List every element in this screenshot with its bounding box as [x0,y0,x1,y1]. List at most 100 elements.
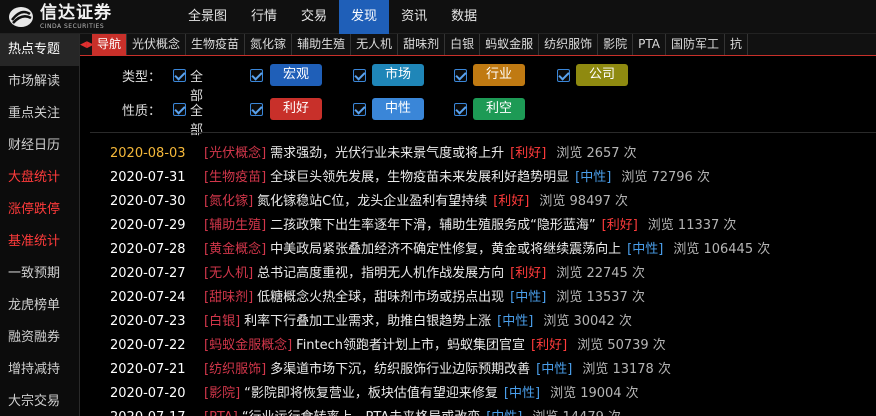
news-title[interactable]: 总书记高度重视，指明无人机作战发展方向 [257,262,504,286]
news-title[interactable]: 全球巨头领先发展，生物疫苗未来发展利好趋势明显 [270,166,569,190]
news-row[interactable]: 2020-07-28 [黄金概念] 中美政局紧张叠加经济不确定性修复，黄金或将继续震… [110,238,876,262]
nature-all-checkbox[interactable] [173,103,186,116]
nature-pill-2[interactable]: 利空 [473,98,525,120]
topnav-item-5[interactable]: 数据 [439,0,489,34]
type-pill-1[interactable]: 市场 [372,64,424,86]
news-title[interactable]: 需求强劲，光伏行业未来景气度或将上升 [270,142,504,166]
topnav-item-0[interactable]: 全景图 [176,0,239,34]
tab-6[interactable]: 甜味剂 [398,34,446,55]
tab-11[interactable]: PTA [633,34,667,55]
news-title[interactable]: 利率下行叠加工业需求，助推白银趋势上涨 [244,310,491,334]
news-tag: [蚂蚁金服概念] [204,338,293,353]
news-title[interactable]: 中美政局紧张叠加经济不确定性修复，黄金或将继续震荡向上 [270,238,621,262]
news-tag: [辅助生殖] [204,218,267,233]
news-row[interactable]: 2020-08-03 [光伏概念] 需求强劲，光伏行业未来景气度或将上升 [利好] 浏览… [110,142,876,166]
news-row[interactable]: 2020-07-17[PTA] “行业运行食转率上，PTA未来格局或改变 [中性] 浏… [110,406,876,416]
news-tag: [生物疫苗] [204,170,267,185]
news-row[interactable]: 2020-07-29 [辅助生殖] 二孩政策下出生率逐年下滑，辅助生殖服务成“隐形蓝… [110,214,876,238]
tab-5[interactable]: 无人机 [351,34,399,55]
type-checkbox-2[interactable] [454,69,467,82]
news-title[interactable]: 氮化镓稳站C位，龙头企业盈利有望持续 [257,190,487,214]
news-sentiment: [中性] [575,170,612,185]
news-date: 2020-07-29 [110,218,186,233]
news-tag: [影院] [204,386,241,401]
tab-0[interactable]: 导航 [92,34,128,55]
nature-checkbox-0[interactable] [250,103,263,116]
news-views: 浏览 13178 次 [582,362,671,377]
news-views: 浏览 106445 次 [673,242,771,257]
tab-8[interactable]: 蚂蚁金服 [480,34,540,55]
sidebar-item-8[interactable]: 龙虎榜单 [0,290,79,322]
type-all-label: 全部 [190,70,204,104]
tab-2[interactable]: 生物疫苗 [186,34,246,55]
sidebar-item-2[interactable]: 重点关注 [0,98,79,130]
news-row[interactable]: 2020-07-31 [生物疫苗] 全球巨头领先发展，生物疫苗未来发展利好趋势明显 [… [110,166,876,190]
news-date: 2020-07-28 [110,242,186,257]
tab-7[interactable]: 白银 [445,34,481,55]
news-tag: [PTA] [204,406,238,416]
news-title[interactable]: Fintech领跑者计划上市，蚂蚁集团官宣 [296,334,525,358]
sidebar-item-7[interactable]: 一致预期 [0,258,79,290]
tab-scroll-arrows-icon[interactable]: ◀▶ [80,34,94,55]
news-row[interactable]: 2020-07-20 [影院] “影院即将恢复营业，板块估值有望迎来修复 [中性] 浏览… [110,382,876,406]
news-row[interactable]: 2020-07-21 [纺织服饰] 多渠道市场下沉，纺织服饰行业边际预期改善 [中性]… [110,358,876,382]
type-pill-2[interactable]: 行业 [473,64,525,86]
sidebar-item-5[interactable]: 涨停跌停 [0,194,79,226]
news-title[interactable]: 多渠道市场下沉，纺织服饰行业边际预期改善 [270,358,530,382]
nature-checkbox-1[interactable] [353,103,366,116]
news-row[interactable]: 2020-07-23 [白银] 利率下行叠加工业需求，助推白银趋势上涨 [中性] 浏览 … [110,310,876,334]
filter-panel: 类型： 全部 宏观 市场 行业 公司 性质： 全部 利好 中性 利空 [80,56,876,138]
nature-pill-0[interactable]: 利好 [270,98,322,120]
sidebar-item-1[interactable]: 市场解读 [0,66,79,98]
nature-pill-1[interactable]: 中性 [372,98,424,120]
sidebar-item-11[interactable]: 大宗交易 [0,386,79,416]
type-checkbox-0[interactable] [250,69,263,82]
news-date: 2020-07-22 [110,338,186,353]
sidebar-item-3[interactable]: 财经日历 [0,130,79,162]
news-views: 浏览 19004 次 [550,386,639,401]
sidebar-item-0[interactable]: 热点专题 [0,34,79,66]
news-sentiment: [利好] [493,194,530,209]
news-date: 2020-07-24 [110,290,186,305]
news-row[interactable]: 2020-07-30 [氮化镓] 氮化镓稳站C位，龙头企业盈利有望持续 [利好] 浏览 … [110,190,876,214]
tab-4[interactable]: 辅助生殖 [292,34,352,55]
news-views: 浏览 30042 次 [543,314,632,329]
app-logo: 信达证券 CINDA SECURITIES [8,4,158,30]
cinda-logo-icon [9,7,33,27]
tab-9[interactable]: 纺织服饰 [539,34,599,55]
topnav-item-1[interactable]: 行情 [239,0,289,34]
news-sentiment: [利好] [531,338,568,353]
news-views: 浏览 50739 次 [577,338,666,353]
sidebar-item-9[interactable]: 融资融券 [0,322,79,354]
topnav-item-2[interactable]: 交易 [289,0,339,34]
news-title[interactable]: “影院即将恢复营业，板块估值有望迎来修复 [244,382,498,406]
news-sentiment: [中性] [536,362,573,377]
news-date: 2020-07-27 [110,266,186,281]
tab-3[interactable]: 氮化镓 [245,34,293,55]
nature-checkbox-2[interactable] [454,103,467,116]
type-pill-0[interactable]: 宏观 [270,64,322,86]
topnav-item-4[interactable]: 资讯 [389,0,439,34]
news-title[interactable]: 低糖概念火热全球，甜味剂市场或拐点出现 [257,286,504,310]
news-sentiment: [中性] [486,406,522,416]
type-all-checkbox[interactable] [173,69,186,82]
sidebar-item-4[interactable]: 大盘统计 [0,162,79,194]
news-title[interactable]: “行业运行食转率上，PTA未来格局或改变 [242,406,480,416]
news-sentiment: [中性] [510,290,547,305]
tab-12[interactable]: 国防军工 [666,34,726,55]
tab-10[interactable]: 影院 [598,34,634,55]
news-date: 2020-07-31 [110,170,186,185]
news-row[interactable]: 2020-07-22 [蚂蚁金服概念] Fintech领跑者计划上市，蚂蚁集团官宣 [… [110,334,876,358]
tab-13[interactable]: 抗 [725,34,749,55]
sidebar-item-10[interactable]: 增持减持 [0,354,79,386]
type-pill-3[interactable]: 公司 [576,64,628,86]
news-views: 浏览 72796 次 [621,170,710,185]
type-checkbox-3[interactable] [557,69,570,82]
tab-1[interactable]: 光伏概念 [127,34,187,55]
news-row[interactable]: 2020-07-27 [无人机] 总书记高度重视，指明无人机作战发展方向 [利好] 浏览… [110,262,876,286]
news-title[interactable]: 二孩政策下出生率逐年下滑，辅助生殖服务成“隐形蓝海” [270,214,595,238]
news-row[interactable]: 2020-07-24 [甜味剂] 低糖概念火热全球，甜味剂市场或拐点出现 [中性] 浏览… [110,286,876,310]
sidebar-item-6[interactable]: 基准统计 [0,226,79,258]
topnav-item-3[interactable]: 发现 [339,0,390,34]
type-checkbox-1[interactable] [353,69,366,82]
